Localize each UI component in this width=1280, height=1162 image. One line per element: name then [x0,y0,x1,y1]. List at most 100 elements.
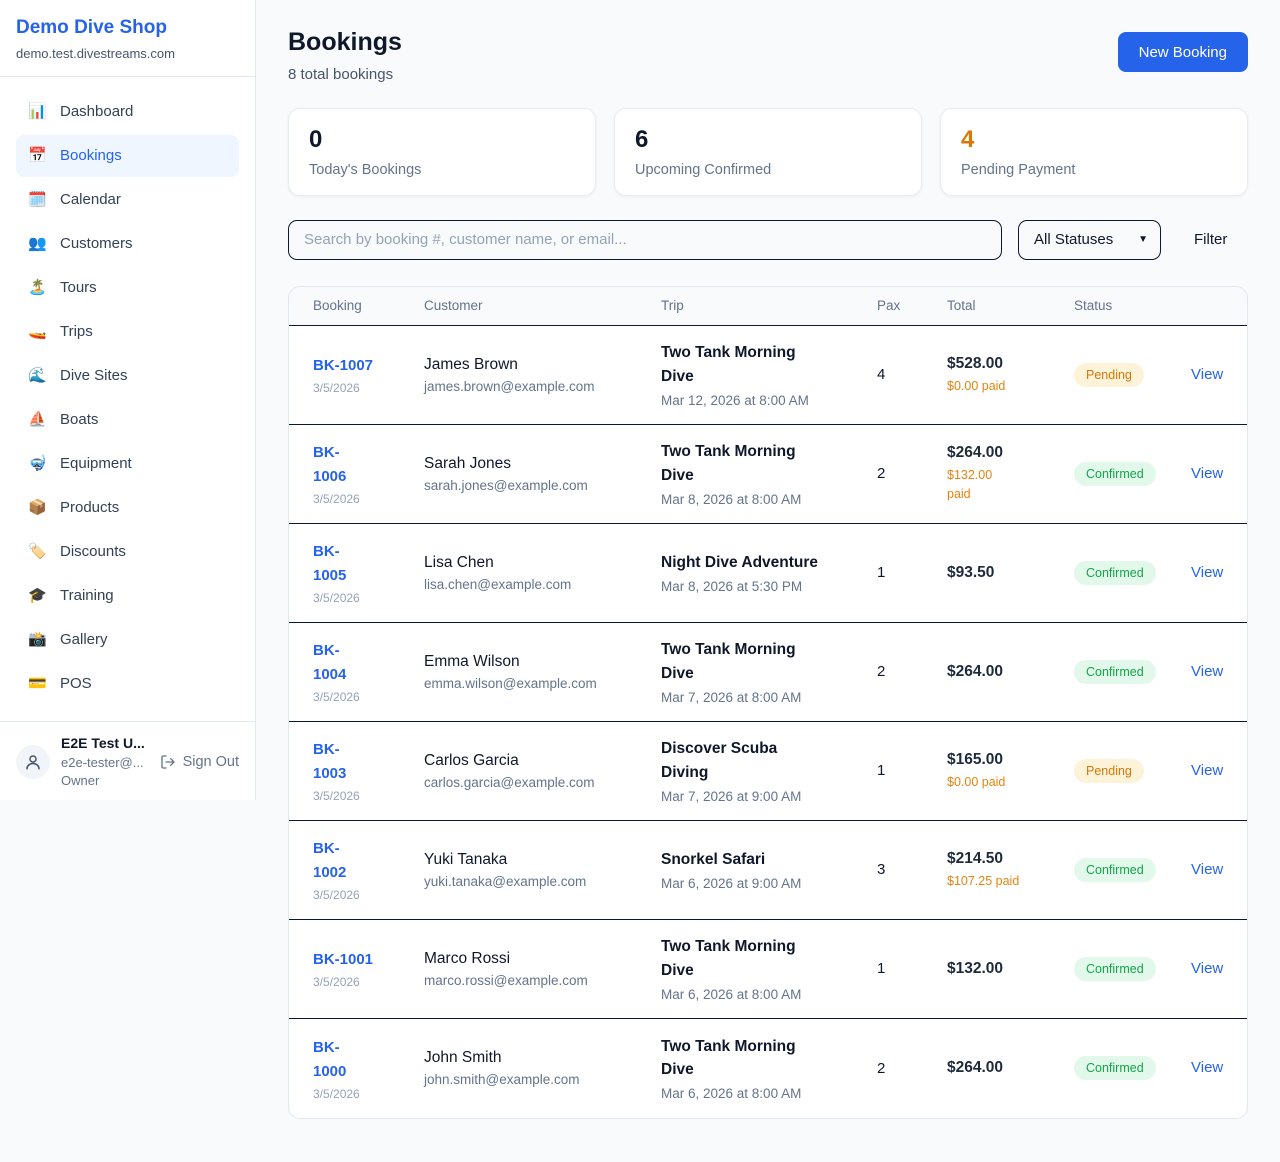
sidebar-item-label: Dashboard [60,101,133,123]
sidebar-item-gallery[interactable]: 📸 Gallery [16,619,239,661]
booking-date: 3/5/2026 [313,690,424,704]
booking-id-link[interactable]: BK- 1000 [313,1036,346,1084]
table-row: BK- 1003 3/5/2026 Carlos Garcia carlos.g… [289,722,1247,821]
booking-id-link[interactable]: BK- 1003 [313,738,346,786]
view-link[interactable]: View [1191,960,1223,977]
main-content: Bookings 8 total bookings New Booking 0 … [256,0,1280,1119]
customer-cell: Carlos Garcia carlos.garcia@example.com [424,752,661,790]
view-link[interactable]: View [1191,1059,1223,1076]
table-row: BK- 1002 3/5/2026 Yuki Tanaka yuki.tanak… [289,821,1247,920]
nav-icon: 🏝️ [28,277,47,299]
sidebar-item-tours[interactable]: 🏝️ Tours [16,267,239,309]
total-amount: $528.00 [947,355,1074,373]
sidebar-item-dive-sites[interactable]: 🌊 Dive Sites [16,355,239,397]
nav-icon: 🌊 [28,365,47,387]
nav-icon: 🏷️ [28,541,47,563]
action-cell: View [1191,663,1223,681]
new-booking-button[interactable]: New Booking [1118,32,1248,72]
trip-cell: Two Tank Morning Dive Mar 12, 2026 at 8:… [661,341,877,408]
stat-value: 4 [961,126,1227,154]
booking-id-link[interactable]: BK- 1002 [313,837,346,885]
stat-label: Today's Bookings [309,162,575,178]
stat-label: Upcoming Confirmed [635,162,901,178]
booking-id-link[interactable]: BK- 1004 [313,639,346,687]
trip-datetime: Mar 8, 2026 at 5:30 PM [661,579,877,594]
status-badge: Confirmed [1074,561,1156,585]
search-input[interactable] [288,220,1002,260]
controls-row: All Statuses ▼ Filter [288,220,1248,260]
sign-out-icon [160,754,176,770]
view-link[interactable]: View [1191,762,1223,779]
customer-name: Marco Rossi [424,950,661,968]
action-cell: View [1191,762,1223,780]
sidebar-item-trips[interactable]: 🚤 Trips [16,311,239,353]
pax-count: 1 [877,960,947,977]
booking-date: 3/5/2026 [313,591,424,605]
sidebar-item-label: Gallery [60,629,108,651]
customer-email: yuki.tanaka@example.com [424,874,661,889]
user-role: Owner [61,772,149,790]
status-badge: Confirmed [1074,957,1156,981]
booking-id-link[interactable]: BK- 1005 [313,540,346,588]
sidebar-item-calendar[interactable]: 🗓️ Calendar [16,179,239,221]
view-link[interactable]: View [1191,465,1223,482]
table-row: BK-1007 3/5/2026 James Brown james.brown… [289,326,1247,425]
sidebar-item-training[interactable]: 🎓 Training [16,575,239,617]
pax-count: 1 [877,564,947,581]
stat-card-todays-bookings: 0 Today's Bookings [288,108,596,196]
trip-datetime: Mar 12, 2026 at 8:00 AM [661,393,877,408]
booking-cell: BK- 1002 3/5/2026 [313,837,424,902]
status-cell: Confirmed [1074,561,1191,585]
filter-button[interactable]: Filter [1194,231,1227,248]
booking-id-link[interactable]: BK-1001 [313,948,373,972]
sidebar-item-bookings[interactable]: 📅 Bookings [16,135,239,177]
sidebar-item-pos[interactable]: 💳 POS [16,663,239,705]
booking-cell: BK-1001 3/5/2026 [313,948,424,989]
customer-name: Carlos Garcia [424,752,661,770]
nav-icon: 🎓 [28,585,47,607]
booking-cell: BK- 1005 3/5/2026 [313,540,424,605]
sidebar-item-customers[interactable]: 👥 Customers [16,223,239,265]
paid-amount: $0.00 paid [947,377,1074,395]
page-header: Bookings 8 total bookings New Booking [288,28,1248,83]
trip-datetime: Mar 6, 2026 at 8:00 AM [661,1086,877,1101]
status-filter-select[interactable]: All Statuses [1018,220,1161,260]
view-link[interactable]: View [1191,564,1223,581]
view-link[interactable]: View [1191,861,1223,878]
status-cell: Pending [1074,363,1191,387]
sign-out-button[interactable]: Sign Out [160,754,239,770]
status-badge: Confirmed [1074,858,1156,882]
sidebar-item-products[interactable]: 📦 Products [16,487,239,529]
stat-value: 6 [635,126,901,154]
sidebar-item-dashboard[interactable]: 📊 Dashboard [16,91,239,133]
stat-card-pending-payment: 4 Pending Payment [940,108,1248,196]
customer-cell: James Brown james.brown@example.com [424,356,661,394]
booking-date: 3/5/2026 [313,789,424,803]
sign-out-label: Sign Out [183,754,239,770]
sidebar-item-equipment[interactable]: 🤿 Equipment [16,443,239,485]
nav-icon: 🗓️ [28,189,47,211]
action-cell: View [1191,861,1223,879]
table-row: BK- 1004 3/5/2026 Emma Wilson emma.wilso… [289,623,1247,722]
person-icon [24,753,42,771]
page-title-block: Bookings 8 total bookings [288,28,402,83]
trip-name: Discover Scuba Diving [661,737,877,784]
view-link[interactable]: View [1191,663,1223,680]
total-bookings-count: 8 total bookings [288,66,402,83]
shop-domain: demo.test.divestreams.com [16,46,239,61]
table-row: BK- 1000 3/5/2026 John Smith john.smith@… [289,1019,1247,1118]
sidebar-item-label: Equipment [60,453,132,475]
customer-cell: Sarah Jones sarah.jones@example.com [424,455,661,493]
sidebar-item-label: Customers [60,233,133,255]
sidebar-item-boats[interactable]: ⛵ Boats [16,399,239,441]
booking-id-link[interactable]: BK- 1006 [313,441,346,489]
trip-datetime: Mar 7, 2026 at 9:00 AM [661,789,877,804]
total-amount: $93.50 [947,564,1074,582]
status-badge: Confirmed [1074,1056,1156,1080]
customer-name: Sarah Jones [424,455,661,473]
pax-count: 2 [877,465,947,482]
view-link[interactable]: View [1191,366,1223,383]
booking-id-link[interactable]: BK-1007 [313,354,373,378]
table-row: BK-1001 3/5/2026 Marco Rossi marco.rossi… [289,920,1247,1019]
sidebar-item-discounts[interactable]: 🏷️ Discounts [16,531,239,573]
